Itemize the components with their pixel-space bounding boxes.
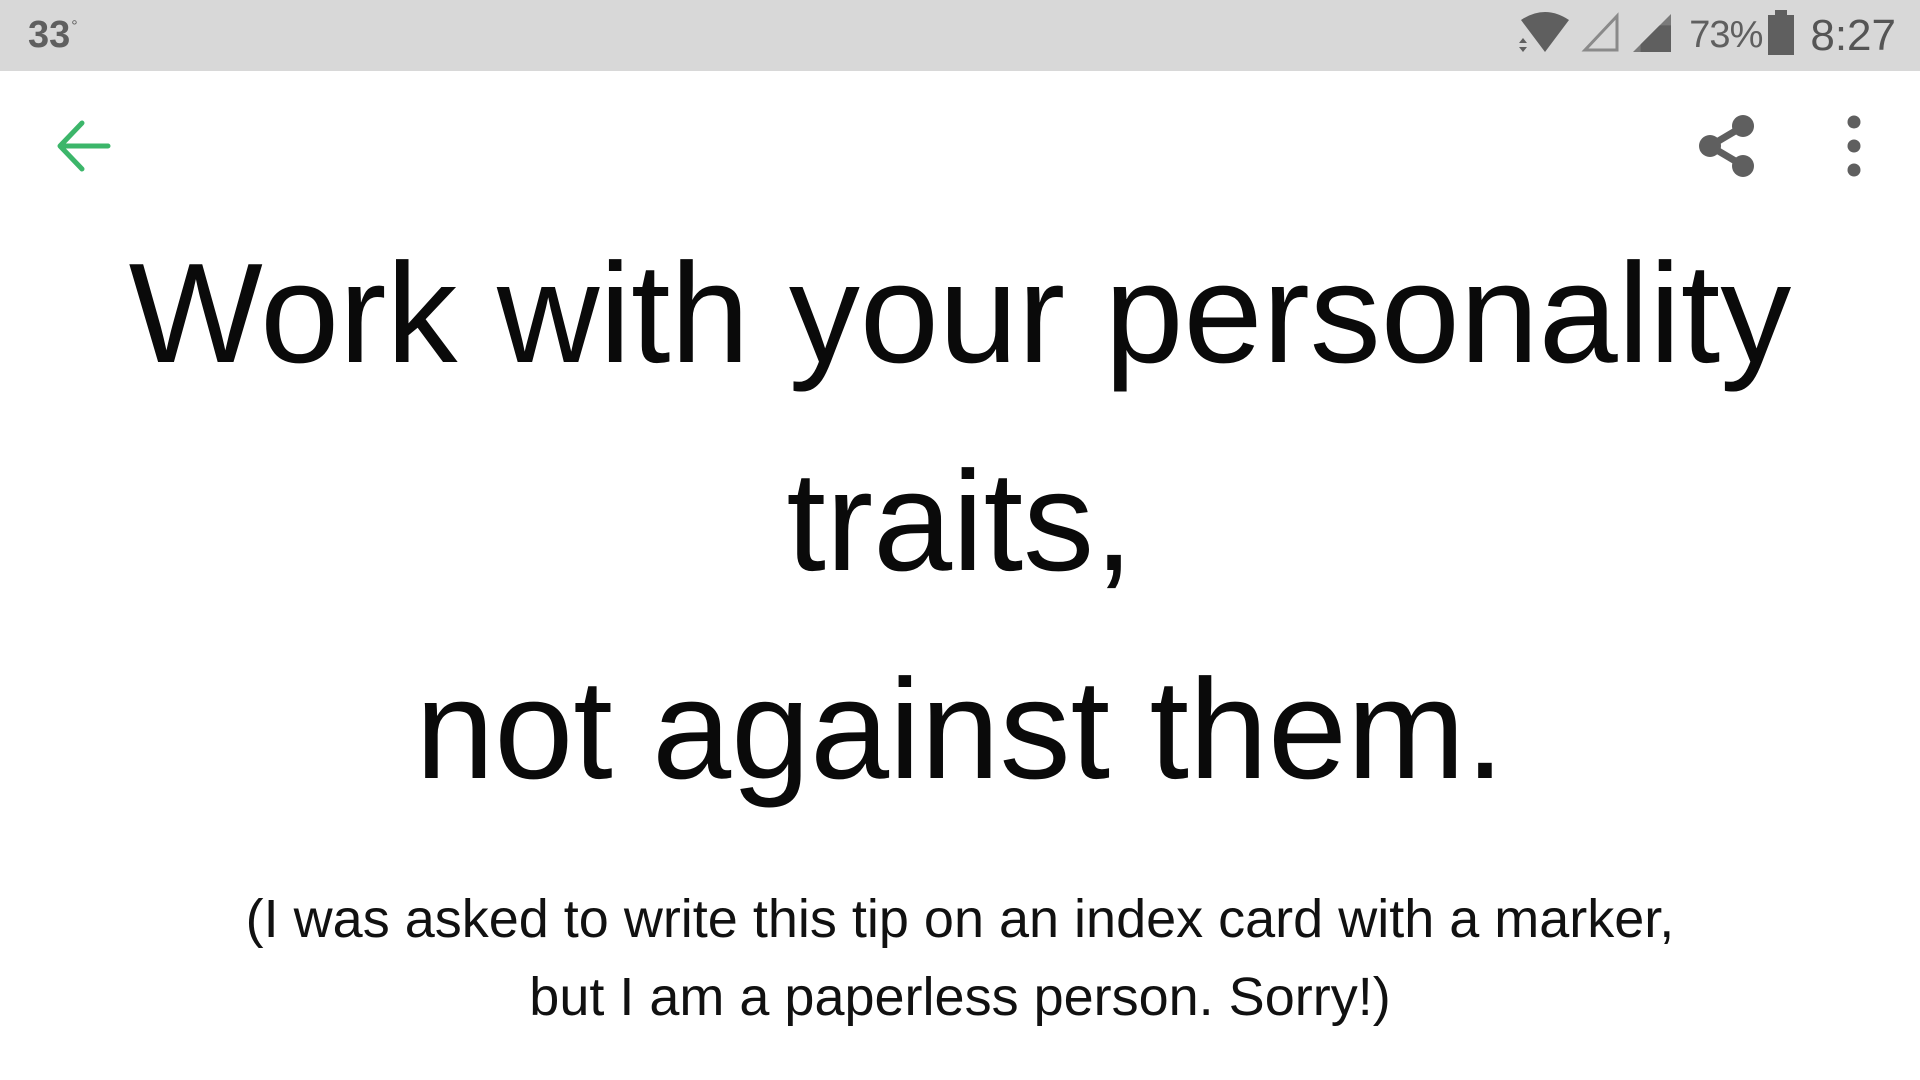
status-indicators: 73% 8:27 (1515, 0, 1896, 71)
headline-line: Work with your personality (128, 234, 1792, 393)
tip-note: (I was asked to write this tip on an ind… (0, 880, 1920, 1036)
weather-temperature: 33° (28, 14, 78, 57)
status-bar: 33° 73% 8:27 (0, 0, 1920, 71)
back-button[interactable] (48, 115, 122, 177)
temperature-value: 33 (28, 14, 71, 56)
battery-percent: 73% (1689, 14, 1763, 56)
note-line: but I am a paperless person. Sorry!) (529, 967, 1391, 1027)
toolbar (0, 71, 1920, 219)
tip-headline: Work with your personality traits, not a… (0, 210, 1920, 834)
headline-line: traits, (786, 442, 1134, 601)
note-line: (I was asked to write this tip on an ind… (245, 889, 1675, 949)
share-icon (1699, 115, 1754, 177)
tip-card: Work with your personality traits, not a… (0, 210, 1920, 1036)
arrow-left-icon (57, 120, 111, 172)
share-button[interactable] (1694, 113, 1760, 179)
battery-icon (1766, 10, 1796, 61)
more-vert-icon (1847, 115, 1861, 177)
wifi-icon (1515, 10, 1575, 61)
clock: 8:27 (1810, 10, 1896, 60)
signal-icon (1629, 12, 1675, 59)
more-options-button[interactable] (1828, 113, 1880, 179)
degree-symbol: ° (71, 18, 78, 35)
headline-line: not against them. (415, 650, 1505, 809)
signal-empty-icon (1581, 12, 1621, 59)
